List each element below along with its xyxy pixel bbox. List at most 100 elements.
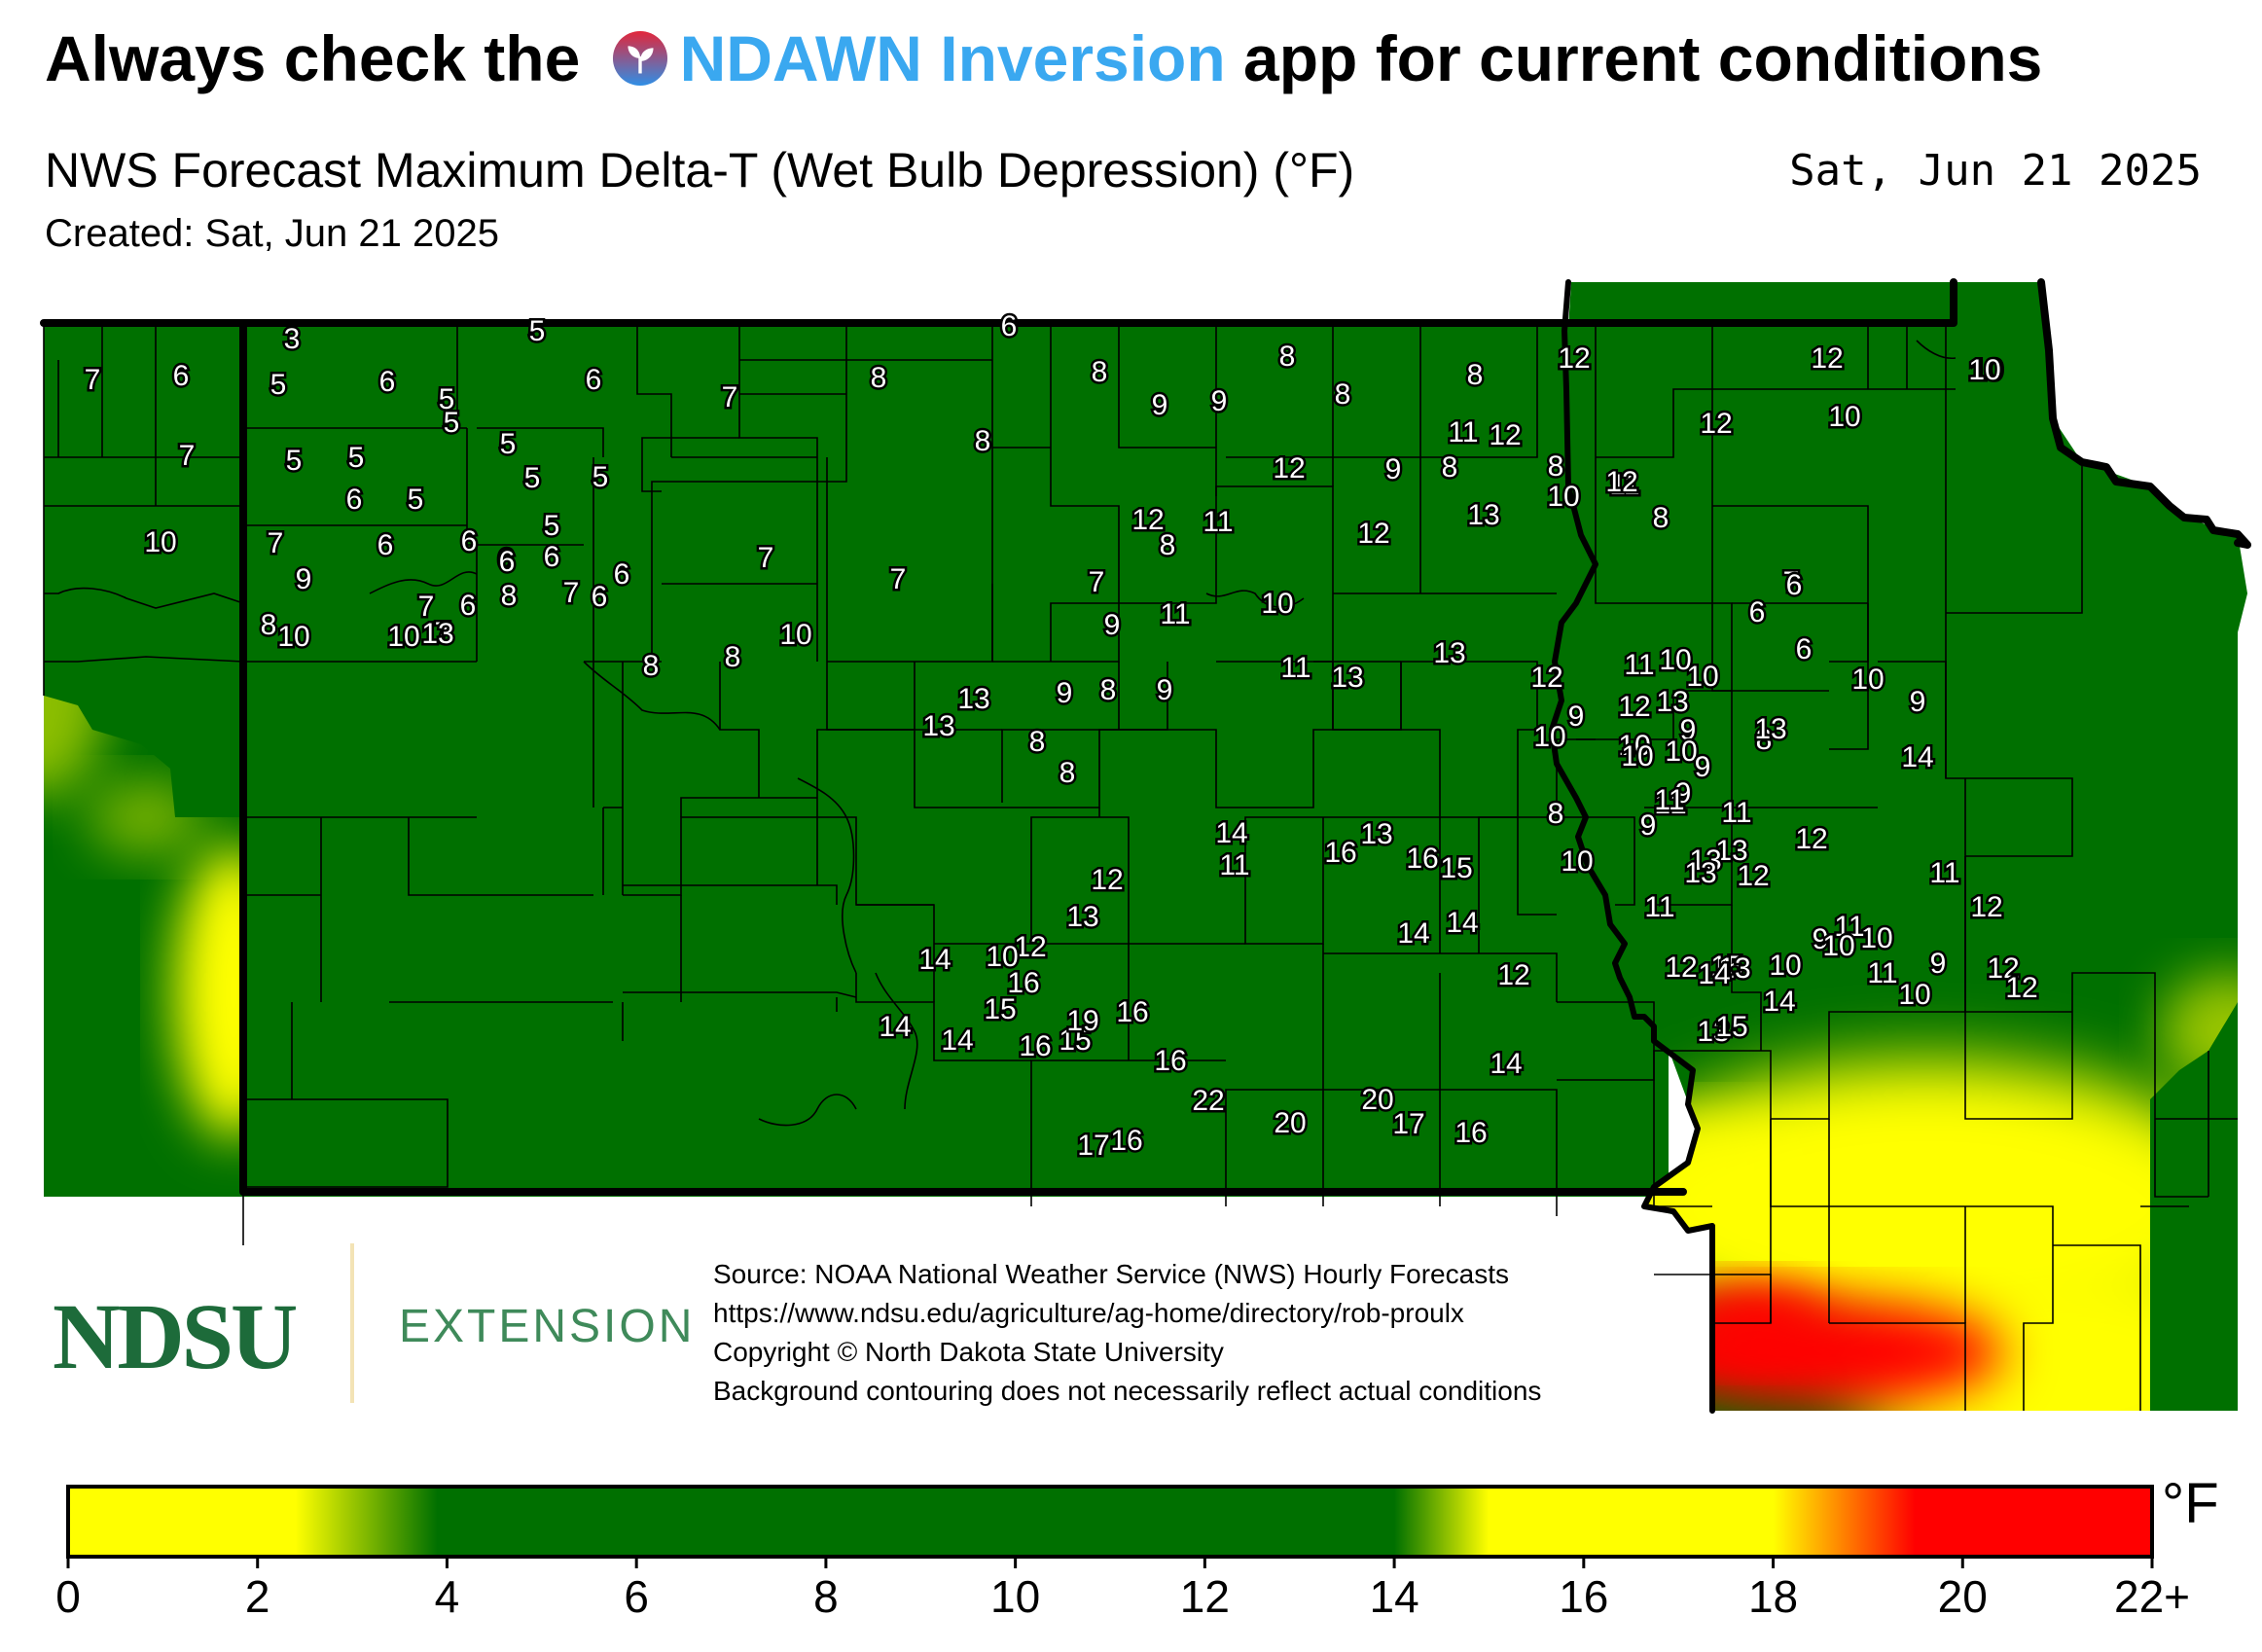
station-value: 8 bbox=[725, 641, 741, 673]
station-value: 20 bbox=[1274, 1107, 1306, 1139]
station-value: 9 bbox=[1695, 751, 1711, 783]
station-value: 14 bbox=[879, 1011, 911, 1043]
station-value: 8 bbox=[1467, 359, 1484, 391]
station-value: 6 bbox=[460, 590, 477, 622]
station-value: 6 bbox=[499, 546, 516, 578]
station-value: 5 bbox=[592, 461, 609, 493]
station-value: 11 bbox=[1867, 957, 1897, 989]
station-value: 12 bbox=[1665, 952, 1697, 984]
valid-date: Sat, Jun 21 2025 bbox=[1789, 146, 2202, 196]
legend-tick-label: 8 bbox=[813, 1571, 839, 1622]
station-value: 11 bbox=[1160, 598, 1190, 630]
legend-tick-label: 10 bbox=[990, 1571, 1040, 1622]
station-value: 5 bbox=[444, 407, 460, 439]
station-value: 5 bbox=[500, 428, 517, 460]
station-value: 6 bbox=[614, 558, 630, 591]
station-value: 11 bbox=[1644, 891, 1674, 923]
station-value: 6 bbox=[379, 366, 396, 398]
app-name-link[interactable]: NDAWN Inversion bbox=[680, 21, 1226, 95]
station-value: 12 bbox=[2005, 972, 2037, 1004]
station-value: 10 bbox=[1860, 922, 1892, 954]
station-value: 14 bbox=[1215, 817, 1247, 849]
station-value: 10 bbox=[1968, 354, 2000, 386]
station-value: 11 bbox=[1721, 797, 1751, 829]
legend-tick-label: 6 bbox=[624, 1571, 649, 1622]
station-value: 9 bbox=[1152, 389, 1168, 421]
station-value: 14 bbox=[1698, 958, 1730, 990]
station-value: 10 bbox=[1261, 588, 1293, 620]
station-value: 10 bbox=[1665, 736, 1697, 768]
headline: Always check the NDAWN Inversion app for… bbox=[45, 21, 2042, 95]
station-value: 10 bbox=[1822, 930, 1854, 962]
source-line: Source: NOAA National Weather Service (N… bbox=[713, 1259, 1509, 1289]
station-value: 10 bbox=[1621, 740, 1653, 772]
station-value: 13 bbox=[922, 710, 954, 742]
station-value: 8 bbox=[1029, 726, 1046, 758]
legend-tick-label: 14 bbox=[1370, 1571, 1419, 1622]
station-value: 10 bbox=[1851, 664, 1884, 696]
station-value: 8 bbox=[1092, 356, 1108, 388]
station-value: 13 bbox=[1433, 637, 1465, 669]
station-value: 9 bbox=[1157, 674, 1173, 706]
station-value: 15 bbox=[1440, 852, 1472, 884]
legend-tick-label: 20 bbox=[1938, 1571, 1988, 1622]
station-value: 8 bbox=[975, 425, 991, 457]
station-value: 14 bbox=[918, 944, 951, 976]
station-value: 14 bbox=[1397, 917, 1429, 950]
headline-suffix: app for current conditions bbox=[1225, 22, 2043, 94]
headline-prefix: Always check the bbox=[45, 22, 598, 94]
station-value: 14 bbox=[941, 1024, 973, 1057]
station-value: 15 bbox=[984, 993, 1016, 1025]
station-value: 13 bbox=[1066, 901, 1098, 933]
station-value: 11 bbox=[1624, 649, 1654, 681]
station-value: 14 bbox=[1446, 907, 1478, 939]
station-value: 7 bbox=[1089, 566, 1105, 598]
station-value: 13 bbox=[421, 618, 453, 650]
station-value: 6 bbox=[544, 541, 560, 573]
station-value: 6 bbox=[377, 529, 394, 561]
station-value: 8 bbox=[1653, 502, 1670, 534]
station-value: 3 bbox=[284, 323, 301, 355]
station-value: 19 bbox=[1066, 1005, 1098, 1037]
station-value: 5 bbox=[529, 315, 546, 347]
station-value: 12 bbox=[1489, 419, 1521, 451]
legend-tick-label: 22+ bbox=[2114, 1571, 2190, 1622]
station-value: 16 bbox=[1116, 996, 1148, 1028]
station-value: 12 bbox=[1605, 466, 1637, 498]
station-value: 10 bbox=[779, 619, 811, 651]
legend-tick-label: 16 bbox=[1559, 1571, 1608, 1622]
station-value: 14 bbox=[1490, 1048, 1522, 1080]
station-value: 8 bbox=[1548, 798, 1564, 830]
ndawn-app-icon[interactable] bbox=[612, 30, 668, 87]
station-value: 5 bbox=[408, 484, 424, 516]
station-value: 10 bbox=[387, 621, 419, 653]
station-value: 8 bbox=[643, 650, 660, 682]
station-value: 13 bbox=[957, 683, 989, 715]
station-value: 16 bbox=[1154, 1045, 1186, 1077]
station-value: 6 bbox=[592, 581, 608, 613]
station-value: 16 bbox=[1019, 1030, 1051, 1062]
station-value: 5 bbox=[270, 369, 287, 401]
station-value: 13 bbox=[1360, 818, 1392, 850]
station-value: 16 bbox=[1110, 1125, 1142, 1157]
station-value: 8 bbox=[1548, 450, 1564, 483]
station-value: 12 bbox=[1795, 823, 1827, 855]
station-value: 7 bbox=[563, 577, 580, 609]
legend-ticks: 0 2 4 6 8 10 12 14 16 18 20 22+ bbox=[55, 1557, 2190, 1622]
station-value: 12 bbox=[1970, 891, 2002, 923]
station-value: 7 bbox=[722, 381, 738, 413]
source-url[interactable]: https://www.ndsu.edu/agriculture/ag-home… bbox=[713, 1294, 1541, 1333]
station-value: 5 bbox=[348, 442, 365, 474]
ndsu-logo: NDSU bbox=[53, 1284, 298, 1388]
station-value: 12 bbox=[1618, 691, 1650, 723]
station-value: 22 bbox=[1192, 1085, 1224, 1117]
legend-tick-label: 2 bbox=[245, 1571, 270, 1622]
station-value: 8 bbox=[1059, 757, 1076, 789]
station-value: 10 bbox=[144, 526, 176, 558]
copyright-line: Copyright © North Dakota State Universit… bbox=[713, 1337, 1224, 1367]
station-value: 12 bbox=[1091, 864, 1123, 896]
station-value: 17 bbox=[1077, 1130, 1109, 1162]
station-value: 13 bbox=[1467, 499, 1499, 531]
station-value: 20 bbox=[1361, 1084, 1393, 1116]
station-value: 8 bbox=[261, 609, 277, 641]
